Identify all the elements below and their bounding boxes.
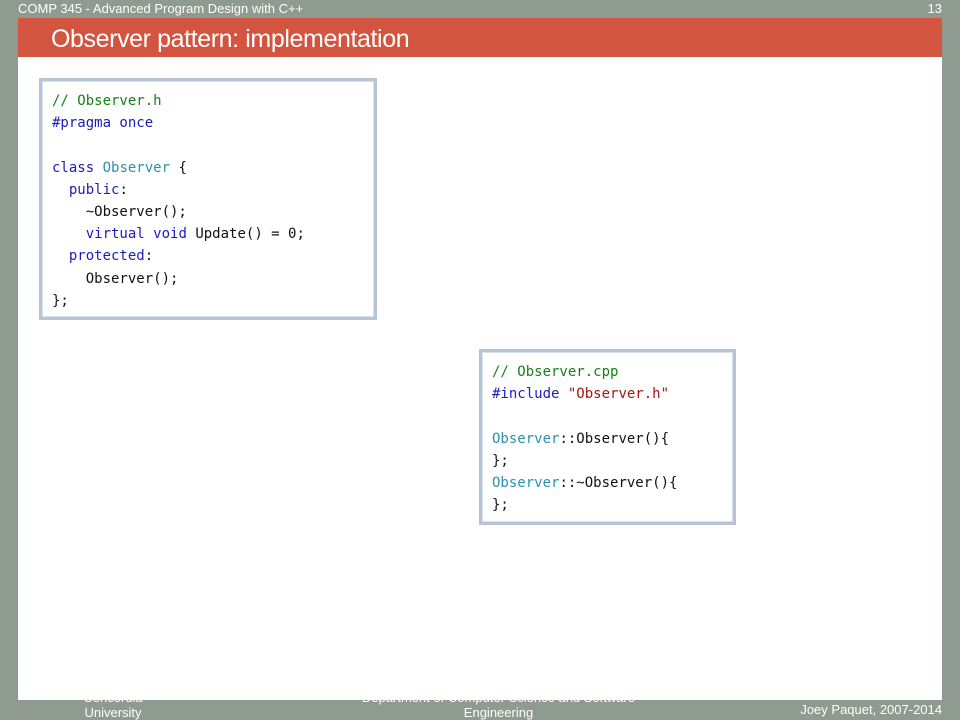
code-token: Observer (102, 159, 171, 176)
code-line: #pragma once (52, 112, 305, 134)
code-token: ::~Observer(){ (559, 475, 678, 492)
code-token: }; (492, 452, 509, 469)
course-title: COMP 345 - Advanced Program Design with … (18, 1, 304, 16)
code-line: Observer::Observer(){ (492, 428, 677, 450)
code-token: // Observer.h (52, 93, 162, 109)
code-line: class Observer { (52, 157, 305, 179)
code-token: class (52, 159, 95, 176)
code-line: #include "Observer.h" (492, 383, 677, 405)
observer-implementation-code-box: // Observer.cpp #include "Observer.h" Obs… (479, 349, 736, 525)
code-token: : (119, 181, 128, 198)
code-line: // Observer.cpp (492, 361, 677, 383)
code-line: Observer::~Observer(){ (492, 472, 677, 494)
observer-header-code-box: // Observer.h #pragma once class Observer… (39, 78, 377, 320)
code-token: virtual (85, 226, 145, 243)
code-line: virtual void Update() = 0; (52, 223, 305, 245)
code-line: }; (492, 494, 677, 516)
footer-author: Joey Paquet, 2007-2014 (800, 702, 942, 717)
footer-department: Department of Computer Science and Softw… (362, 700, 635, 720)
code-line: }; (492, 450, 677, 472)
code-token: protected (68, 248, 145, 265)
code-token: { (170, 159, 187, 176)
code-token: #pragma once (52, 115, 154, 132)
code-token: "Observer.h" (567, 386, 670, 403)
footer-university: ConcordiaUniversity (83, 700, 142, 720)
title-bar: Observer pattern: implementation (18, 18, 942, 57)
code-token: : (144, 248, 154, 265)
code-line: }; (52, 290, 305, 312)
code-token: Observer (492, 475, 560, 492)
code-token: Observer (492, 430, 560, 447)
code-line: ~Observer(); (52, 201, 305, 223)
code-token: ~Observer(); (52, 204, 187, 221)
slide-number: 13 (927, 1, 942, 16)
slide-footer: ConcordiaUniversity Department of Comput… (0, 700, 960, 720)
observer-implementation-code: // Observer.cpp #include "Observer.h" Obs… (492, 361, 677, 516)
code-token: }; (52, 292, 69, 309)
slide-header: COMP 345 - Advanced Program Design with … (0, 0, 960, 18)
code-token: #include (492, 386, 560, 403)
code-line: protected: (52, 245, 305, 267)
code-token: void (153, 226, 187, 243)
code-line: // Observer.h (52, 90, 305, 112)
code-line: Observer(); (52, 268, 305, 290)
code-token: public (68, 181, 120, 198)
slide-title: Observer pattern: implementation (51, 25, 410, 53)
code-token: Observer(); (52, 270, 179, 287)
code-token: }; (492, 497, 509, 514)
observer-header-code: // Observer.h #pragma once class Observer… (52, 90, 305, 312)
code-line: public: (52, 179, 305, 201)
code-token: ::Observer(){ (559, 430, 670, 447)
code-token: // Observer.cpp (492, 364, 619, 380)
code-token: Update() = 0; (186, 226, 305, 243)
